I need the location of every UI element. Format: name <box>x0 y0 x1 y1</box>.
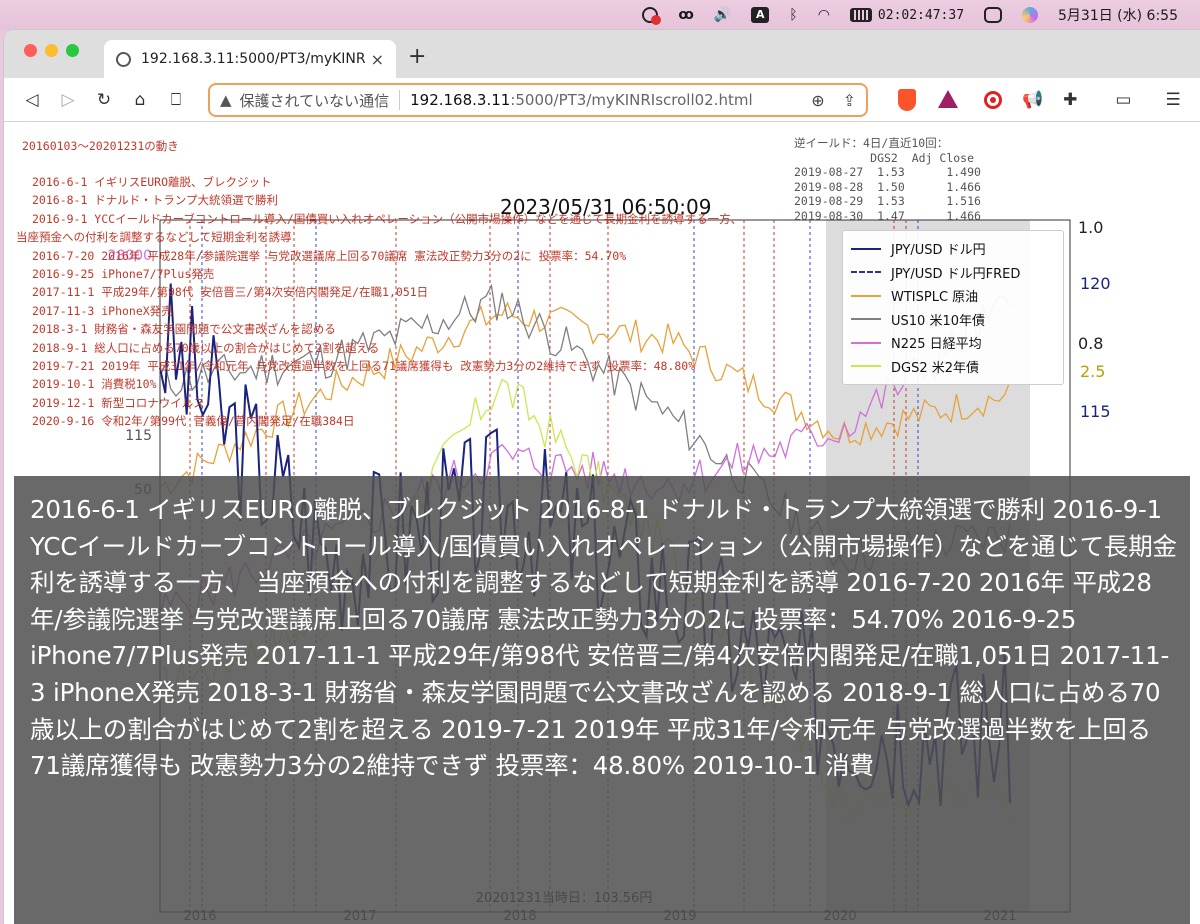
fire-alert-icon[interactable] <box>642 7 662 25</box>
right-axis-tick: 2.5 <box>1080 362 1106 381</box>
event-item: 当座預金への付利を調整するなどして短期金利を誘導 <box>16 230 292 245</box>
event-item: 2016-9-25 iPhone7/7Plus発売 <box>32 267 215 281</box>
warning-icon: ▲ <box>220 91 232 109</box>
event-item: 2017-11-3 iPhoneX発売 <box>32 303 173 318</box>
toolbar: ◁ ▷ ↻ ⌂ ⎕ ▲ 保護されていない通信 192.168.3.11 :500… <box>4 78 1200 122</box>
reload-button[interactable]: ↻ <box>86 90 122 110</box>
legend-item: JPY/USD ドル円FRED <box>851 261 1055 285</box>
glyph-icon[interactable]: ꝏ <box>678 7 693 23</box>
forward-button[interactable]: ▷ <box>50 90 86 110</box>
chart-legend: JPY/USD ドル円 JPY/USD ドル円FRED WTISPLC 原油 U… <box>842 230 1064 385</box>
control-center-icon[interactable] <box>984 7 1003 23</box>
url-path: :5000/PT3/myKINRIscroll02.html <box>510 91 753 109</box>
window-controls <box>24 44 79 57</box>
close-window-button[interactable] <box>24 44 37 57</box>
event-item: 2016-6-1 イギリスEURO離脱、ブレクジット <box>32 175 272 189</box>
volume-icon[interactable]: 🔊 <box>714 7 731 23</box>
inversion-table: 逆イールド：4日/直近10回： DGS2 Adj Close 2019-08-2… <box>794 136 981 223</box>
tab-title: 192.168.3.11:5000/PT3/myKINRI <box>141 51 365 67</box>
menubar: ꝏ 🔊 A ᛒ ◠ 02:02:47:37 5月31日 (水) 6:55 <box>0 0 1200 30</box>
legend-item: N225 日経平均 <box>851 331 1055 355</box>
inversion-title: 逆イールド：4日/直近10回： <box>794 136 949 150</box>
event-item: 2020-9-16 令和2年/第99代 菅義偉/菅内閣発足/在職384日 <box>32 414 355 429</box>
event-item: 2018-9-1 総人口に占める70歳以上の割合がはじめて2割を超える <box>32 340 380 355</box>
brave-rewards-icon[interactable] <box>938 90 958 108</box>
input-source-icon[interactable]: A <box>751 7 770 23</box>
inversion-header: DGS2 Adj Close <box>794 150 975 165</box>
event-item: 2019-10-1 消費税10% <box>32 377 157 392</box>
puzzle-extensions-icon[interactable]: ✚ <box>1063 90 1077 110</box>
url-host: 192.168.3.11 <box>410 91 511 109</box>
menu-icon[interactable]: ☰ <box>1165 90 1180 110</box>
bluetooth-icon[interactable]: ᛒ <box>789 7 797 23</box>
hover-tooltip-overlay: 2016-6-1 イギリスEURO離脱、ブレクジット 2016-8-1 ドナルド… <box>14 476 1190 924</box>
page-content: 2800050115201620172018201920202021202012… <box>4 122 1200 924</box>
right-axis-tick: 1.0 <box>1078 218 1104 237</box>
legend-item: US10 米10年債 <box>851 308 1055 332</box>
period-title: 20160103～20201231の動き <box>22 139 179 153</box>
share-icon[interactable]: ⇪ <box>843 91 856 110</box>
event-item: 2019-7-21 2019年 平成31年/令和元年 与党改選過半数を上回る71… <box>32 359 696 373</box>
home-button[interactable]: ⌂ <box>122 90 158 110</box>
event-item: 2016-7-20 2016年 平成28年/参議院選挙 与党改選議席上回る70議… <box>32 248 627 263</box>
right-axis-tick: 0.8 <box>1078 334 1104 353</box>
legend-item: WTISPLC 原油 <box>851 284 1055 308</box>
legend-item: DGS2 米2年債 <box>851 355 1055 379</box>
event-item: 2019-12-1 新型コロナウイルス <box>32 395 205 410</box>
tab-close-icon[interactable]: × <box>371 50 384 69</box>
url-separator <box>399 90 401 110</box>
globe-icon <box>116 51 131 67</box>
right-axis-tick: 115 <box>1080 402 1111 421</box>
inversion-row: 2019-08-28 1.50 1.466 <box>794 179 981 194</box>
security-label[interactable]: 保護されていない通信 <box>240 90 390 111</box>
browser-window: 192.168.3.11:5000/PT3/myKINRI × + ◁ ▷ ↻ … <box>4 30 1200 924</box>
wallet-icon[interactable]: ▭ <box>1115 90 1131 110</box>
tab-bar: 192.168.3.11:5000/PT3/myKINRI × + <box>4 30 1200 78</box>
battery-icon[interactable] <box>849 8 872 22</box>
back-button[interactable]: ◁ <box>14 90 50 110</box>
chart-timestamp: 2023/05/31 06:50:09 <box>500 195 712 219</box>
tab-active[interactable]: 192.168.3.11:5000/PT3/myKINRI × <box>104 40 396 78</box>
menubar-datetime[interactable]: 5月31日 (水) 6:55 <box>1058 5 1178 25</box>
record-extension-icon[interactable] <box>984 91 1002 109</box>
inversion-row: 2019-08-27 1.53 1.490 <box>794 165 981 179</box>
address-bar[interactable]: ▲ 保護されていない通信 192.168.3.11 :5000/PT3/myKI… <box>208 83 868 117</box>
inversion-row: 2019-08-29 1.53 1.516 <box>794 194 981 208</box>
bookmark-button[interactable]: ⎕ <box>158 90 194 110</box>
zoom-icon[interactable]: ⊕ <box>811 91 824 110</box>
extensions-area: 📢 ✚ ▭ ☰ <box>984 78 1181 122</box>
siri-icon[interactable] <box>1022 7 1039 23</box>
url-actions: ⊕ ⇪ <box>811 91 856 110</box>
event-item: 2016-8-1 ドナルド・トランプ大統領選で勝利 <box>32 193 278 208</box>
legend-item: JPY/USD ドル円 <box>851 237 1055 261</box>
new-tab-button[interactable]: + <box>408 44 426 69</box>
zoom-window-button[interactable] <box>66 44 79 57</box>
left-axis-tick: 115 <box>125 428 152 444</box>
event-item: 2018-3-1 財務省・森友学園問題で公文書改ざんを認める <box>32 322 336 337</box>
wifi-icon[interactable]: ◠ <box>818 7 830 23</box>
brave-shields-icon[interactable] <box>898 89 916 111</box>
event-item: 2017-11-1 平成29年/第98代 安倍晋三/第4次安倍内閣発足/在職1,… <box>32 285 429 300</box>
inversion-row: 2019-08-30 1.47 1.466 <box>794 208 981 223</box>
clock-text: 02:02:47:37 <box>877 7 965 23</box>
overlay-text: 2016-6-1 イギリスEURO離脱、ブレクジット 2016-8-1 ドナルド… <box>30 495 1177 781</box>
megaphone-icon[interactable]: 📢 <box>1022 90 1043 110</box>
right-axis-tick: 120 <box>1080 274 1111 293</box>
minimize-window-button[interactable] <box>45 44 58 57</box>
